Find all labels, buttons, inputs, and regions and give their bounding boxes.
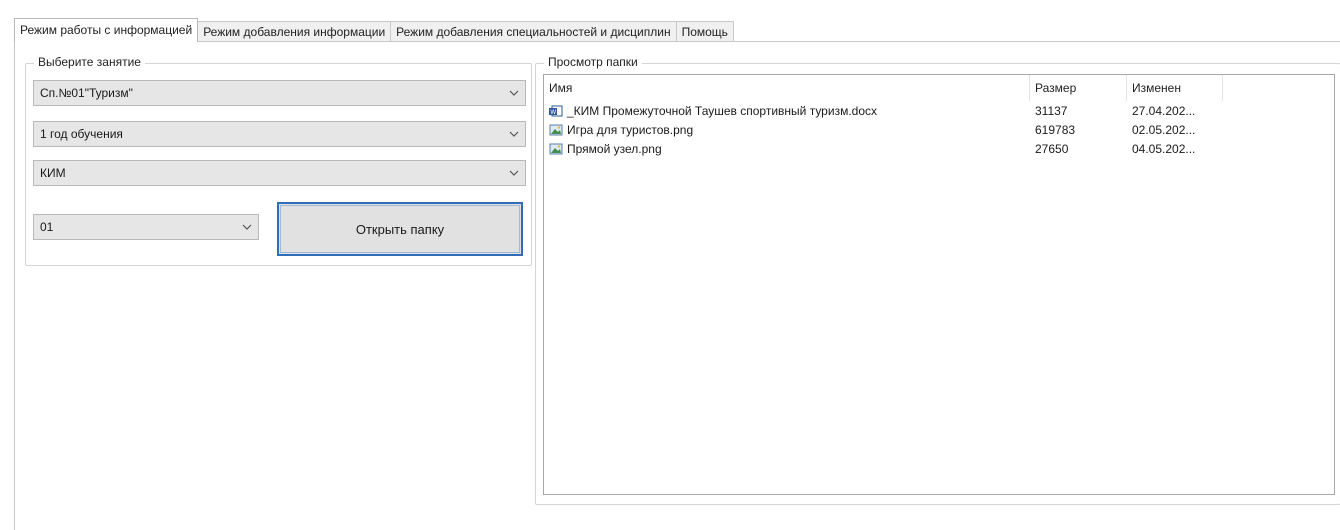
column-header-name[interactable]: Имя bbox=[544, 75, 1030, 101]
tab-page-work-with-info: Выберите занятие Сп.№01"Туризм" 1 год об… bbox=[14, 41, 1340, 530]
file-name-cell: Прямой узел.png bbox=[544, 140, 1030, 159]
file-name: Прямой узел.png bbox=[567, 142, 662, 156]
image-file-icon bbox=[549, 124, 563, 136]
tab-help[interactable]: Помощь bbox=[675, 21, 734, 42]
select-lesson-group: Выберите занятие Сп.№01"Туризм" 1 год об… bbox=[25, 55, 532, 266]
type-combobox[interactable]: КИМ bbox=[33, 160, 526, 186]
type-value: КИМ bbox=[40, 166, 66, 180]
file-modified: 02.05.202... bbox=[1132, 123, 1196, 137]
number-value: 01 bbox=[40, 220, 54, 234]
folder-view-group-title: Просмотр папки bbox=[544, 55, 642, 69]
open-folder-button[interactable]: Открыть папку bbox=[277, 202, 523, 256]
speciality-value: Сп.№01"Туризм" bbox=[40, 86, 133, 100]
column-header-modified[interactable]: Изменен bbox=[1127, 75, 1223, 101]
number-combobox[interactable]: 01 bbox=[33, 214, 259, 240]
file-size: 31137 bbox=[1035, 104, 1068, 118]
file-name-cell: Игра для туристов.png bbox=[544, 121, 1030, 140]
year-combobox[interactable]: 1 год обучения bbox=[33, 121, 526, 147]
column-header-size[interactable]: Размер bbox=[1030, 75, 1127, 101]
file-row[interactable]: W _КИМ Промежуточной Таушев спортивный т… bbox=[544, 102, 1223, 121]
file-size: 27650 bbox=[1035, 142, 1069, 156]
main-window: Режим работы с информацией Режим добавле… bbox=[0, 0, 1340, 530]
tab-add-specialities[interactable]: Режим добавления специальностей и дисцип… bbox=[390, 21, 677, 42]
folder-view-group: Просмотр папки Имя Размер Изменен W _КИМ… bbox=[535, 55, 1340, 505]
file-name: Игра для туристов.png bbox=[567, 123, 694, 137]
file-size: 619783 bbox=[1035, 123, 1076, 137]
tab-work-with-info[interactable]: Режим работы с информацией bbox=[14, 18, 199, 42]
file-list-header: Имя Размер Изменен bbox=[544, 75, 1223, 101]
year-value: 1 год обучения bbox=[40, 127, 123, 141]
tab-add-info[interactable]: Режим добавления информации bbox=[197, 21, 392, 42]
file-list-rows: W _КИМ Промежуточной Таушев спортивный т… bbox=[544, 102, 1223, 159]
file-modified: 04.05.202... bbox=[1132, 142, 1196, 156]
file-row[interactable]: Прямой узел.png 27650 04.05.202... bbox=[544, 140, 1223, 159]
chevron-down-icon bbox=[509, 170, 519, 176]
speciality-combobox[interactable]: Сп.№01"Туризм" bbox=[33, 80, 526, 106]
file-name-cell: W _КИМ Промежуточной Таушев спортивный т… bbox=[544, 102, 1030, 121]
word-doc-icon: W bbox=[549, 105, 563, 117]
file-row[interactable]: Игра для туристов.png 619783 02.05.202..… bbox=[544, 121, 1223, 140]
chevron-down-icon bbox=[242, 224, 252, 230]
file-name: _КИМ Промежуточной Таушев спортивный тур… bbox=[567, 104, 877, 118]
file-modified: 27.04.202... bbox=[1132, 104, 1196, 118]
tab-strip: Режим работы с информацией Режим добавле… bbox=[14, 18, 734, 42]
file-list[interactable]: Имя Размер Изменен W _КИМ Промежуточной … bbox=[543, 74, 1335, 495]
image-file-icon bbox=[549, 143, 563, 155]
chevron-down-icon bbox=[509, 131, 519, 137]
chevron-down-icon bbox=[509, 90, 519, 96]
select-lesson-group-title: Выберите занятие bbox=[34, 55, 145, 69]
svg-text:W: W bbox=[550, 109, 556, 116]
